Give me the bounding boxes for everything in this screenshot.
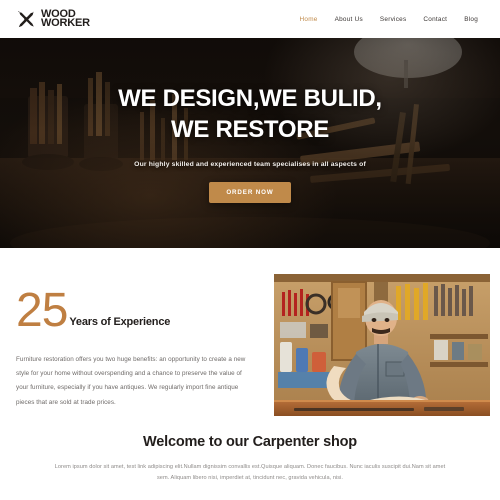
experience-years-number: 25 [16, 284, 68, 337]
hero-content: WE DESIGN,WE BULID, WE RESTORE Our highl… [0, 38, 500, 248]
nav-item-services[interactable]: Services [380, 16, 407, 23]
experience-headline: 25 Years of Experience [16, 284, 256, 337]
experience-years-label: Years of Experience [69, 316, 171, 328]
hero-section: WE DESIGN,WE BULID, WE RESTORE Our highl… [0, 38, 500, 248]
hero-headline-line-2: WE RESTORE [171, 116, 329, 143]
main-nav: Home About Us Services Contact Blog [300, 16, 484, 23]
brand-wordmark: WOOD WORKER [41, 8, 90, 29]
nav-item-home[interactable]: Home [300, 16, 318, 23]
carpenter-photo [274, 274, 490, 416]
site-header: WOOD WORKER Home About Us Services Conta… [0, 0, 500, 38]
landing-page: WOOD WORKER Home About Us Services Conta… [0, 0, 500, 500]
brand-line-2: WORKER [41, 17, 90, 29]
welcome-paragraph: Lorem ipsum dolor sit amet, test link ad… [54, 464, 446, 481]
brand-logo[interactable]: WOOD WORKER [16, 8, 90, 29]
nav-item-contact[interactable]: Contact [423, 16, 447, 23]
about-paragraph: Furniture restoration offers you two hug… [16, 356, 246, 406]
about-text-column: 25 Years of Experience Furniture restora… [16, 284, 256, 410]
nav-item-blog[interactable]: Blog [464, 16, 478, 23]
hero-headline: WE DESIGN,WE BULID, WE RESTORE [118, 83, 382, 145]
welcome-section: Welcome to our Carpenter shop Lorem ipsu… [0, 434, 500, 484]
welcome-heading: Welcome to our Carpenter shop [143, 434, 357, 450]
order-now-button[interactable]: ORDER NOW [209, 182, 291, 203]
crossed-tools-icon [18, 11, 34, 28]
hero-headline-line-1: WE DESIGN,WE BULID, [118, 85, 382, 112]
nav-item-about-us[interactable]: About Us [335, 16, 363, 23]
carpenter-photo-image [274, 274, 490, 416]
hero-subtitle: Our highly skilled and experienced team … [134, 161, 366, 168]
